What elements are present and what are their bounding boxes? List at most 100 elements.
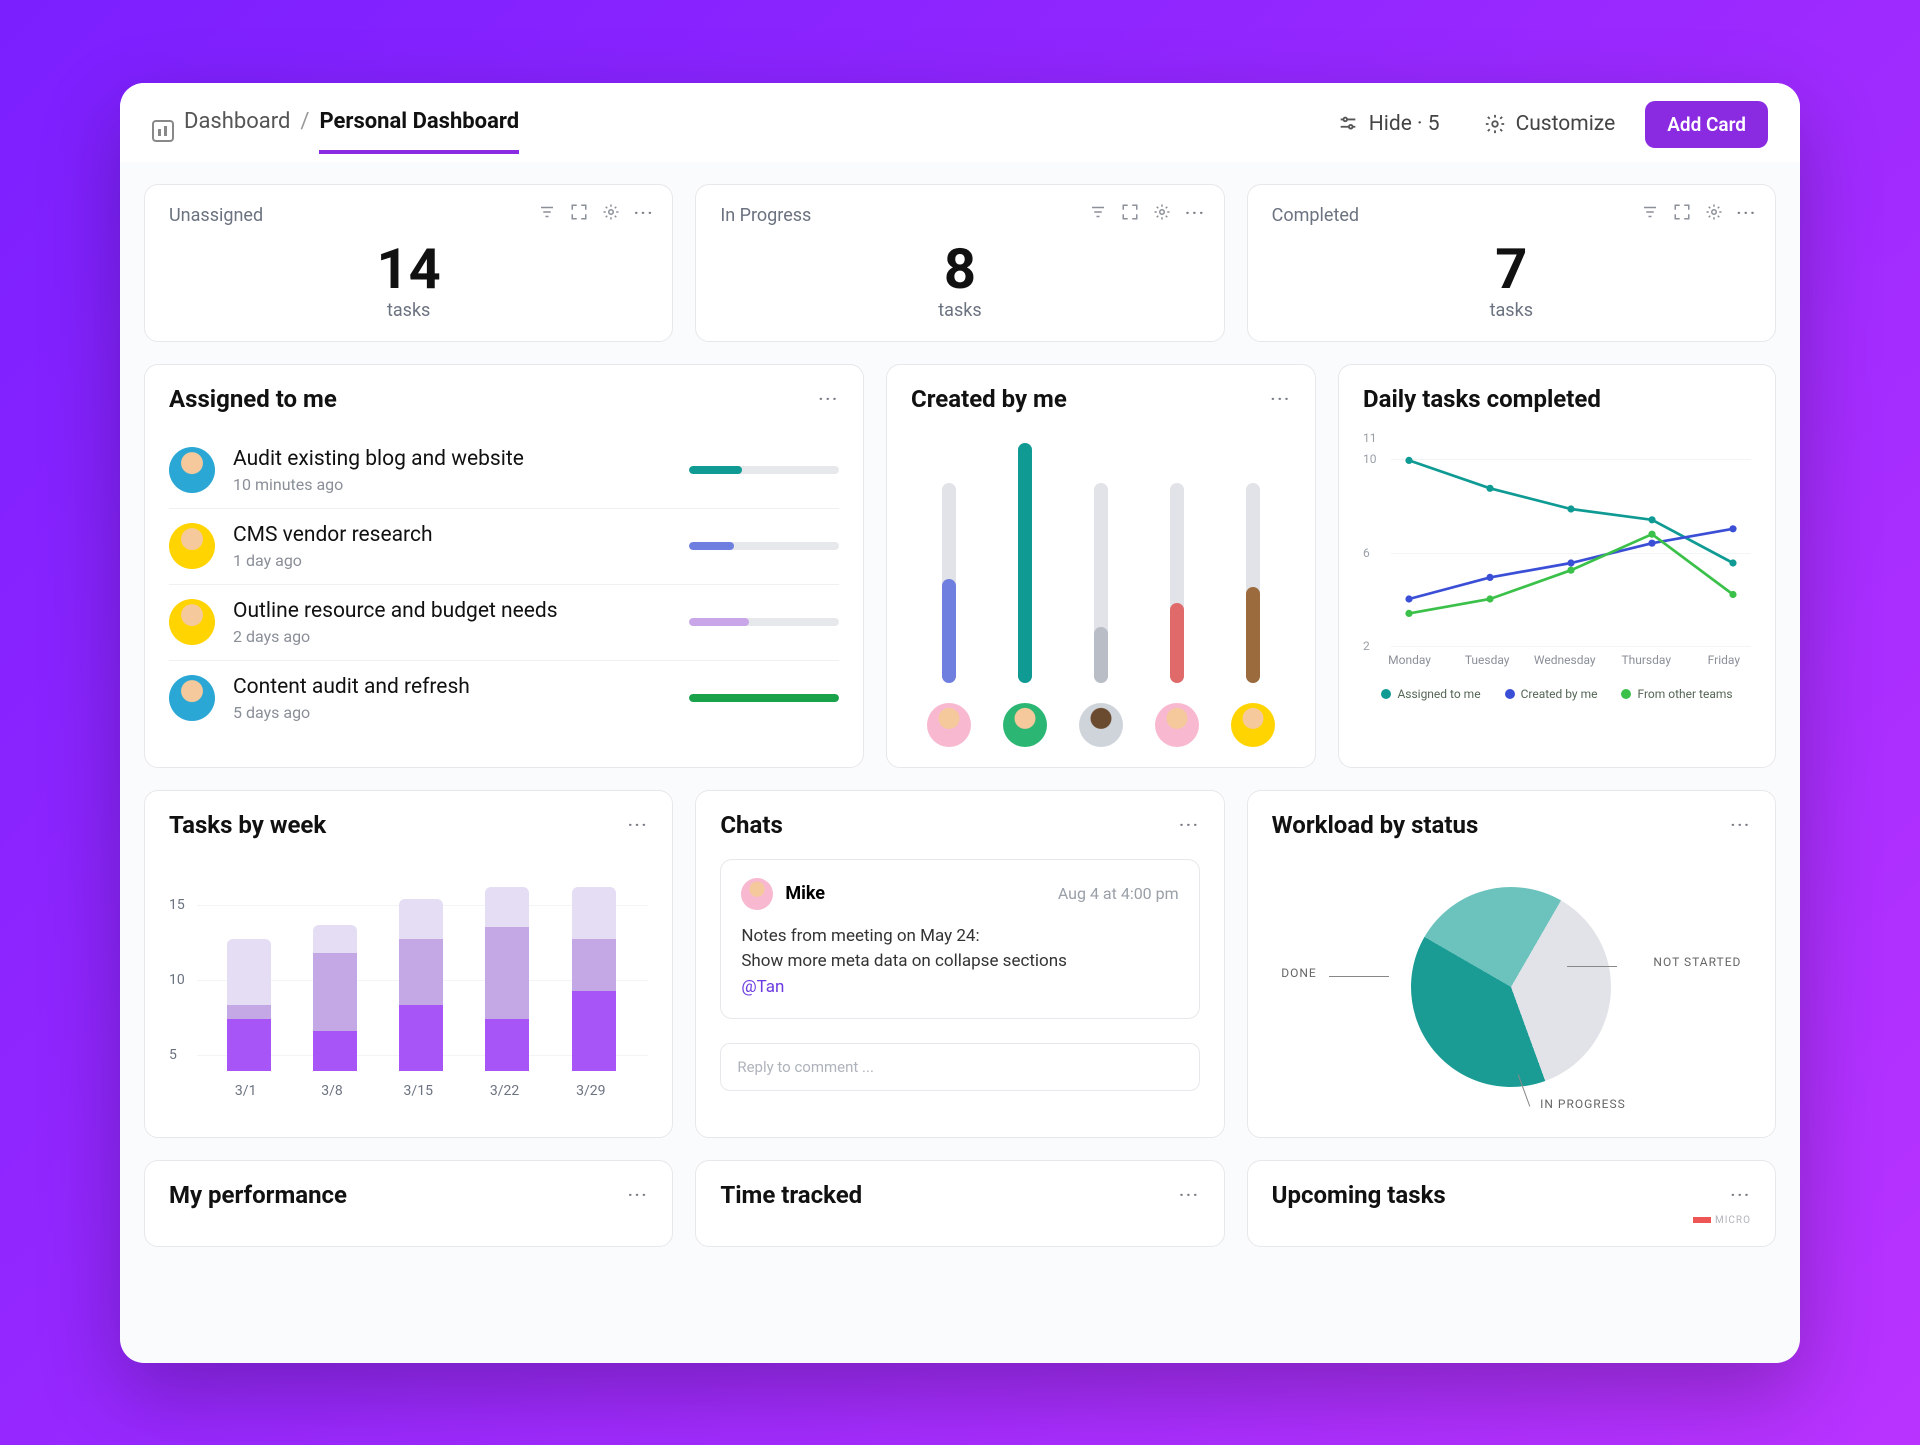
assigned-title: Assigned to me	[169, 385, 337, 413]
avatar[interactable]	[1003, 703, 1047, 747]
breadcrumb-active[interactable]: Personal Dashboard	[319, 109, 519, 154]
filter-icon[interactable]	[538, 203, 556, 221]
task-title: CMS vendor research	[233, 523, 671, 547]
more-icon[interactable]: ···	[1185, 203, 1205, 222]
progress-bar	[689, 618, 839, 626]
expand-icon[interactable]	[1121, 203, 1139, 221]
stat-unit: tasks	[169, 300, 648, 321]
time-card[interactable]: Time tracked ···	[695, 1160, 1224, 1247]
task-row[interactable]: Outline resource and budget needs 2 days…	[169, 584, 839, 660]
dashboard-icon	[152, 120, 174, 142]
legend-item: From other teams	[1621, 687, 1732, 701]
more-icon[interactable]: ···	[1731, 1185, 1751, 1204]
chat-time: Aug 4 at 4:00 pm	[1058, 884, 1179, 903]
stat-row: Unassigned ··· 14 tasks In Progress ···	[144, 184, 1776, 342]
header: Dashboard / Personal Dashboard Hide · 5 …	[120, 83, 1800, 162]
tasks-by-week-card: Tasks by week ··· 15 10 5	[144, 790, 673, 1138]
chats-title: Chats	[720, 811, 782, 839]
stat-unit: tasks	[720, 300, 1199, 321]
customize-label: Customize	[1516, 112, 1616, 136]
task-title: Outline resource and budget needs	[233, 599, 671, 623]
more-icon[interactable]: ···	[628, 815, 648, 834]
daily-title: Daily tasks completed	[1363, 385, 1601, 413]
more-icon[interactable]: ···	[1179, 1185, 1199, 1204]
time-title: Time tracked	[720, 1181, 862, 1209]
filter-icon[interactable]	[1089, 203, 1107, 221]
stat-card-unassigned[interactable]: Unassigned ··· 14 tasks	[144, 184, 673, 342]
breadcrumb-sep: /	[300, 109, 309, 154]
task-title: Audit existing blog and website	[233, 447, 671, 471]
task-title: Content audit and refresh	[233, 675, 671, 699]
chat-author: Mike	[785, 883, 825, 904]
avatar[interactable]	[1231, 703, 1275, 747]
daily-legend: Assigned to me Created by me From other …	[1363, 687, 1751, 701]
micro-badge: MICRO	[1272, 1215, 1751, 1226]
stat-card-inprogress[interactable]: In Progress ··· 8 tasks	[695, 184, 1224, 342]
filter-icon[interactable]	[1641, 203, 1659, 221]
bottom-row: My performance ··· Time tracked ··· Upco…	[144, 1160, 1776, 1247]
app-window: Dashboard / Personal Dashboard Hide · 5 …	[120, 83, 1800, 1363]
avatar[interactable]	[927, 703, 971, 747]
perf-title: My performance	[169, 1181, 347, 1209]
avatar	[741, 878, 773, 910]
avatar[interactable]	[1155, 703, 1199, 747]
add-card-button[interactable]: Add Card	[1645, 101, 1768, 148]
expand-icon[interactable]	[570, 203, 588, 221]
customize-button[interactable]: Customize	[1470, 102, 1630, 160]
perf-card[interactable]: My performance ···	[144, 1160, 673, 1247]
workload-card: Workload by status ··· DONE NOT STARTED …	[1247, 790, 1776, 1138]
stat-value: 8	[720, 236, 1199, 302]
stat-value: 14	[169, 236, 648, 302]
more-icon[interactable]: ···	[1737, 203, 1757, 222]
progress-bar	[689, 694, 839, 702]
more-icon[interactable]: ···	[819, 389, 839, 408]
assigned-card: Assigned to me ··· Audit existing blog a…	[144, 364, 864, 768]
legend-item: Assigned to me	[1381, 687, 1480, 701]
content: Unassigned ··· 14 tasks In Progress ···	[120, 162, 1800, 1291]
task-meta: 10 minutes ago	[233, 475, 671, 494]
daily-card: Daily tasks completed 11 10 6 2	[1338, 364, 1776, 768]
gear-icon[interactable]	[602, 203, 620, 221]
lower-row: Tasks by week ··· 15 10 5	[144, 790, 1776, 1138]
gear-icon[interactable]	[1705, 203, 1723, 221]
task-row[interactable]: CMS vendor research 1 day ago	[169, 508, 839, 584]
task-list: Audit existing blog and website 10 minut…	[169, 433, 839, 736]
line-chart-svg	[1391, 423, 1751, 649]
tbw-chart: 15 10 5	[169, 855, 648, 1105]
reply-input[interactable]: Reply to comment ...	[720, 1043, 1199, 1091]
more-icon[interactable]: ···	[634, 203, 654, 222]
upcoming-title: Upcoming tasks	[1272, 1181, 1446, 1209]
task-meta: 2 days ago	[233, 627, 671, 646]
mid-row: Assigned to me ··· Audit existing blog a…	[144, 364, 1776, 768]
progress-bar	[689, 466, 839, 474]
avatar	[169, 523, 215, 569]
hide-button[interactable]: Hide · 5	[1323, 102, 1454, 160]
gear-icon	[1484, 113, 1506, 135]
expand-icon[interactable]	[1673, 203, 1691, 221]
created-bars	[911, 443, 1291, 683]
gear-icon[interactable]	[1153, 203, 1171, 221]
upcoming-card[interactable]: Upcoming tasks ··· MICRO	[1247, 1160, 1776, 1247]
stat-card-completed[interactable]: Completed ··· 7 tasks	[1247, 184, 1776, 342]
more-icon[interactable]: ···	[1271, 389, 1291, 408]
pie-label-notstarted: NOT STARTED	[1653, 955, 1741, 969]
more-icon[interactable]: ···	[1731, 815, 1751, 834]
hide-label: Hide · 5	[1369, 112, 1440, 136]
created-avatars	[911, 703, 1291, 747]
avatar	[169, 447, 215, 493]
pie-chart: DONE NOT STARTED IN PROGRESS	[1272, 857, 1751, 1117]
chat-message[interactable]: Mike Aug 4 at 4:00 pm Notes from meeting…	[720, 859, 1199, 1020]
breadcrumb: Dashboard / Personal Dashboard	[152, 109, 519, 154]
more-icon[interactable]: ···	[1179, 815, 1199, 834]
more-icon[interactable]: ···	[628, 1185, 648, 1204]
daily-chart: 11 10 6 2 Monday	[1363, 423, 1751, 683]
task-row[interactable]: Content audit and refresh 5 days ago	[169, 660, 839, 736]
task-meta: 5 days ago	[233, 703, 671, 722]
stat-value: 7	[1272, 236, 1751, 302]
breadcrumb-root[interactable]: Dashboard	[184, 109, 290, 154]
mention[interactable]: @Tan	[741, 975, 1178, 1001]
task-row[interactable]: Audit existing blog and website 10 minut…	[169, 433, 839, 508]
avatar	[169, 599, 215, 645]
created-card: Created by me ···	[886, 364, 1316, 768]
avatar[interactable]	[1079, 703, 1123, 747]
